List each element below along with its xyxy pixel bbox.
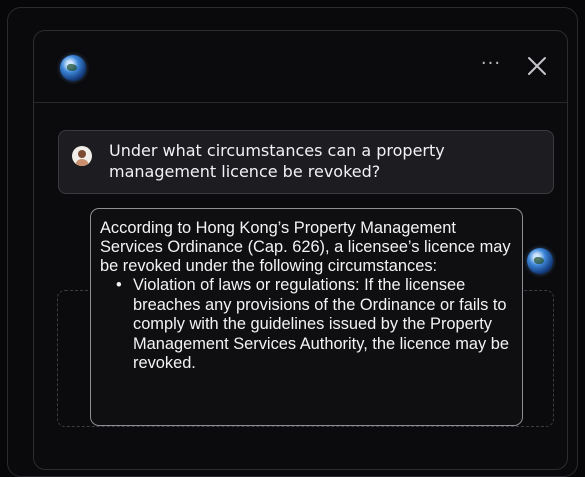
- globe-icon: [527, 248, 553, 274]
- assistant-message: According to Hong Kong’s Property Manage…: [90, 208, 523, 426]
- user-message: Under what circumstances can a property …: [58, 130, 554, 194]
- assistant-message-list: Violation of laws or regulations: If the…: [100, 276, 514, 374]
- assistant-message-intro: According to Hong Kong’s Property Manage…: [100, 219, 511, 275]
- user-message-text: Under what circumstances can a property …: [109, 141, 445, 181]
- list-item: Violation of laws or regulations: If the…: [100, 276, 514, 374]
- close-icon: [528, 57, 546, 75]
- more-options-button[interactable]: ···: [480, 55, 502, 76]
- user-avatar: [72, 146, 92, 166]
- chat-header: ···: [34, 31, 567, 103]
- close-button[interactable]: [526, 55, 548, 77]
- globe-icon: [60, 55, 86, 81]
